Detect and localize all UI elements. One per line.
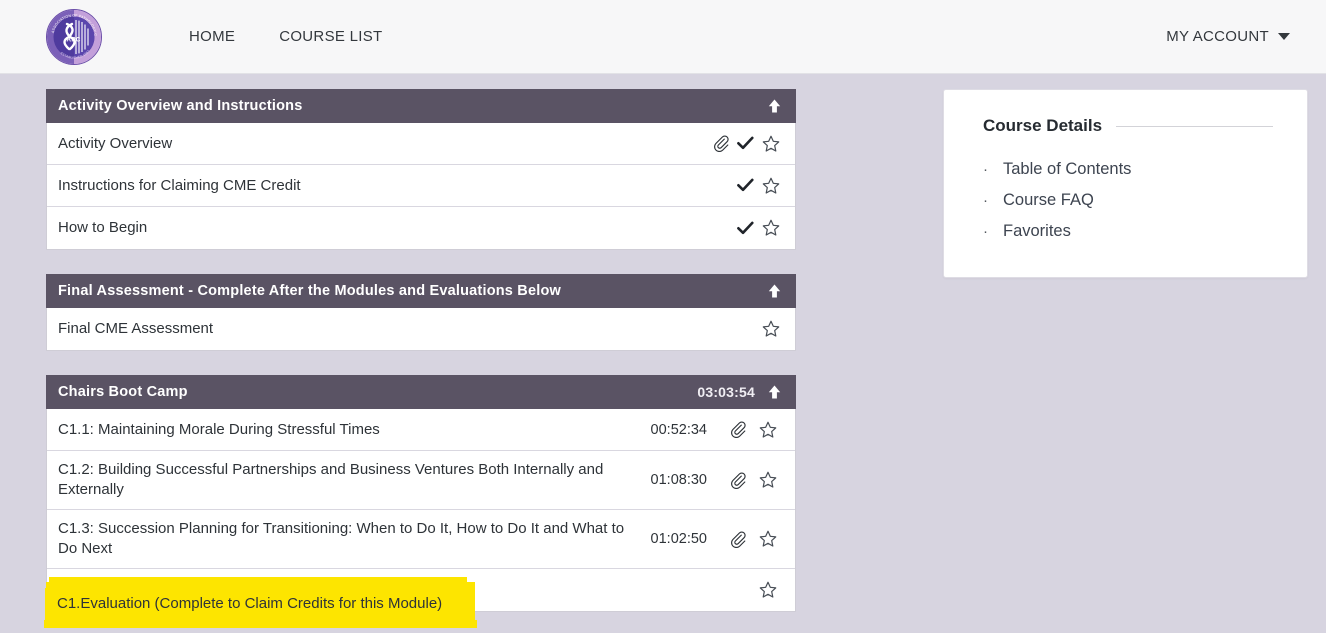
row-title[interactable]: Final CME Assessment [47, 310, 637, 348]
row-icons [709, 320, 795, 338]
row-icons [709, 421, 795, 439]
table-row[interactable]: Activity Overview [47, 123, 795, 165]
my-account-label: MY ACCOUNT [1166, 28, 1269, 45]
list-item[interactable]: · Course FAQ [983, 185, 1273, 216]
section-activity-overview: Activity Overview and Instructions Activ… [46, 89, 796, 250]
row-title[interactable]: Instructions for Claiming CME Credit [47, 167, 637, 205]
arrow-up-icon[interactable] [767, 384, 782, 400]
nav-link-course-list[interactable]: COURSE LIST [269, 20, 392, 53]
chevron-down-icon [1278, 33, 1290, 40]
arrow-up-icon[interactable] [767, 98, 782, 114]
divider [1116, 125, 1273, 127]
attachment-icon[interactable] [709, 135, 734, 152]
sidebar-link-table-of-contents[interactable]: Table of Contents [1003, 160, 1131, 179]
bullet-icon: · [983, 223, 988, 240]
attachment-icon[interactable] [723, 421, 753, 438]
section-header[interactable]: Final Assessment - Complete After the Mo… [46, 274, 796, 308]
row-icons [709, 581, 795, 599]
table-row[interactable]: Final CME Assessment [47, 308, 795, 350]
list-item[interactable]: · Favorites [983, 216, 1273, 247]
row-title[interactable]: C1.2: Building Successful Partnerships a… [47, 451, 637, 509]
row-icons [709, 530, 795, 548]
row-duration: 01:08:30 [650, 472, 707, 488]
favorite-star-icon[interactable] [758, 177, 783, 195]
arrow-up-icon[interactable] [767, 283, 782, 299]
table-row[interactable]: C1.3: Succession Planning for Transition… [47, 510, 795, 569]
course-details-card: Course Details · Table of Contents · Cou… [943, 89, 1308, 278]
row-title[interactable]: C1.3: Succession Planning for Transition… [47, 510, 637, 568]
section-chairs-boot-camp: Chairs Boot Camp 03:03:54 C1.1: Maintain… [46, 375, 796, 612]
row-duration: 01:02:50 [650, 531, 707, 547]
apc-logo[interactable]: APC ASSOCIATION OF PATHOLOGY CHAIRS ESTA… [45, 8, 103, 66]
section-rows: Activity Overview Instructions for Claim… [46, 123, 796, 250]
primary-nav: HOME COURSE LIST [179, 20, 393, 53]
sidebar-link-favorites[interactable]: Favorites [1003, 222, 1071, 241]
favorite-star-icon[interactable] [758, 320, 783, 338]
row-title[interactable]: C1.1: Maintaining Morale During Stressfu… [47, 411, 637, 449]
table-row[interactable]: C1.1: Maintaining Morale During Stressfu… [47, 409, 795, 451]
favorite-star-icon[interactable] [758, 219, 783, 237]
course-details-title: Course Details [983, 116, 1103, 135]
section-rows: Final CME Assessment [46, 308, 796, 351]
nav-link-home[interactable]: HOME [179, 20, 245, 53]
my-account-menu[interactable]: MY ACCOUNT [1154, 20, 1302, 53]
favorite-star-icon[interactable] [758, 135, 783, 153]
bullet-icon: · [983, 192, 988, 209]
favorite-star-icon[interactable] [753, 530, 783, 548]
complete-check-icon [734, 136, 759, 151]
row-duration: 00:52:34 [650, 421, 707, 438]
row-title[interactable]: How to Begin [47, 209, 637, 247]
row-icons [709, 471, 795, 489]
row-title[interactable]: Activity Overview [47, 125, 637, 163]
top-navbar: APC ASSOCIATION OF PATHOLOGY CHAIRS ESTA… [0, 0, 1326, 74]
complete-check-icon [734, 178, 759, 193]
page-body: Activity Overview and Instructions Activ… [0, 74, 1326, 633]
attachment-icon[interactable] [723, 530, 753, 548]
favorite-star-icon[interactable] [753, 471, 783, 489]
course-sections: Activity Overview and Instructions Activ… [46, 89, 796, 633]
section-total-duration: 03:03:54 [697, 384, 755, 400]
section-title: Activity Overview and Instructions [58, 98, 303, 114]
sidebar: Course Details · Table of Contents · Cou… [943, 89, 1308, 278]
row-icons [709, 135, 795, 153]
section-header[interactable]: Activity Overview and Instructions [46, 89, 796, 123]
table-row[interactable]: How to Begin [47, 207, 795, 249]
row-icons [709, 177, 795, 195]
list-item[interactable]: · Table of Contents [983, 154, 1273, 185]
complete-check-icon [734, 221, 759, 236]
section-header[interactable]: Chairs Boot Camp 03:03:54 [46, 375, 796, 409]
table-row[interactable]: Instructions for Claiming CME Credit [47, 165, 795, 207]
section-rows: C1.1: Maintaining Morale During Stressfu… [46, 409, 796, 612]
bullet-icon: · [983, 161, 988, 178]
highlight-annotation-text: C1.Evaluation (Complete to Claim Credits… [57, 595, 443, 612]
sidebar-link-course-faq[interactable]: Course FAQ [1003, 191, 1094, 210]
section-title: Final Assessment - Complete After the Mo… [58, 283, 562, 299]
section-final-assessment: Final Assessment - Complete After the Mo… [46, 274, 796, 351]
row-icons [709, 219, 795, 237]
section-title: Chairs Boot Camp [58, 384, 188, 400]
favorite-star-icon[interactable] [753, 581, 783, 599]
svg-text:APC: APC [67, 36, 81, 43]
course-details-list: · Table of Contents · Course FAQ · Favor… [983, 154, 1273, 247]
attachment-icon[interactable] [723, 471, 753, 489]
course-details-header: Course Details [983, 116, 1273, 136]
table-row[interactable]: C1.2: Building Successful Partnerships a… [47, 451, 795, 510]
favorite-star-icon[interactable] [753, 421, 783, 439]
